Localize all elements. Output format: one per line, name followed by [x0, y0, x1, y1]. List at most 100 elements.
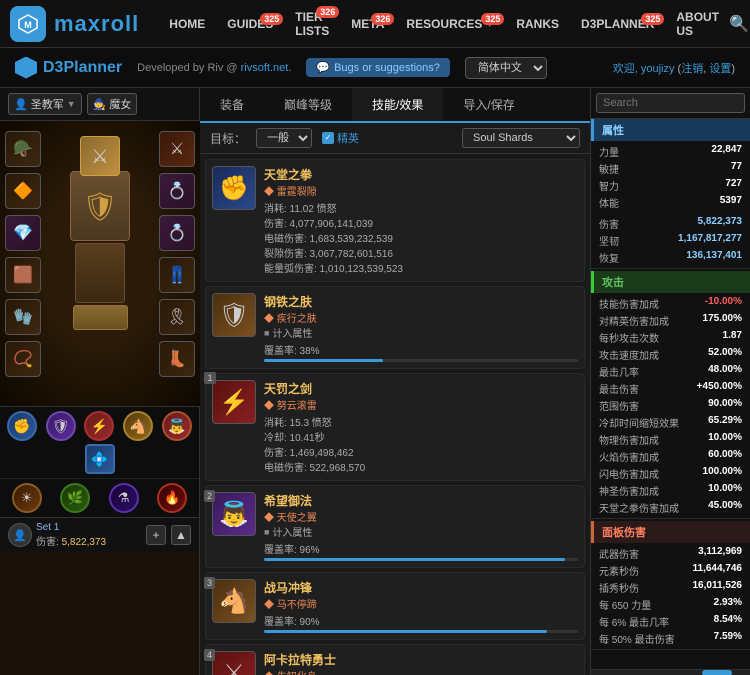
skill-icon-4[interactable]: 🐴: [212, 579, 256, 623]
type-select[interactable]: 🧙 魔女: [87, 93, 138, 115]
nav-home[interactable]: HOME: [159, 11, 215, 37]
d3planner-logo: D3Planner: [15, 57, 122, 79]
skill-icon-1[interactable]: 🛡: [212, 293, 256, 337]
skill-hasattr-3: ■ 计入属性: [264, 524, 578, 539]
skill-row: ✊ 🛡 ⚡ 🐴 👼 💠: [0, 406, 199, 478]
up-button[interactable]: ▲: [171, 525, 191, 545]
eq-slot-weapon-main[interactable]: ⚔: [159, 131, 195, 167]
nav-aboutus[interactable]: ABOUT US: [666, 4, 729, 44]
elite-checkbox-icon: ✓: [322, 132, 334, 144]
language-select[interactable]: 简体中文: [465, 57, 547, 79]
tab-import[interactable]: 导入/保存: [443, 88, 534, 123]
attributes-panel: 属性 力量 22,847 敏捷 77 智力 727 体能: [590, 88, 750, 675]
eq-slot-head[interactable]: 🪖: [5, 131, 41, 167]
eq-slot-amulet[interactable]: 💎: [5, 215, 41, 251]
eq-slot-boots[interactable]: 👢: [159, 341, 195, 377]
skill-slot-1[interactable]: ✊: [7, 411, 37, 441]
skill-icon-3[interactable]: 👼: [212, 492, 256, 536]
filter-bar: 目标： 一般 ✓ 精英 Soul Shards: [200, 123, 590, 154]
attr-vit: 体能 5397: [591, 194, 750, 211]
skill-num-5: 4: [204, 649, 215, 661]
skill-rune-1: 疾行之肤: [264, 310, 578, 325]
tab-paragon[interactable]: 巅峰等级: [264, 88, 352, 123]
attr-per-650str: 每 650 力量 2.93%: [591, 596, 750, 613]
set-label: Set 1: [36, 522, 106, 533]
skills-list: ✊ 天堂之拳 雷霆裂隙 消耗: 11.02 愤怒 伤害: 4,077,906,1…: [200, 154, 590, 675]
character-header: 👤 圣教军 ▼ 🧙 魔女: [0, 88, 199, 121]
dev-link[interactable]: rivsoft.net: [241, 62, 289, 74]
passive-slot-4[interactable]: 🔥: [157, 483, 187, 513]
equipment-area: ⚔ 🛡 🪖 🔶 💎 🟫 🧤 📿 ⚔ 💍 💍 👖: [0, 121, 200, 406]
skill-coverage-1: 覆盖率: 38%: [264, 342, 578, 357]
attr-skill-dmg: 技能伤害加成 -10.00%: [591, 295, 750, 312]
passive-slot-3[interactable]: ⚗: [109, 483, 139, 513]
class-select[interactable]: 👤 圣教军 ▼: [8, 93, 82, 115]
tab-skills[interactable]: 技能/效果: [352, 88, 443, 123]
eq-slot-gloves[interactable]: 🧤: [5, 299, 41, 335]
logo[interactable]: M maxroll: [10, 6, 139, 42]
skill-rune-5: 先知化身: [264, 668, 578, 675]
eq-slot-legs[interactable]: 👖: [159, 257, 195, 293]
passive-slot-1[interactable]: ☀: [12, 483, 42, 513]
skill-slot-5[interactable]: 👼: [162, 411, 192, 441]
nav-tierlists[interactable]: TIER LISTS 326: [285, 4, 339, 44]
attr-lightning-dmg: 闪电伤害加成 100.00%: [591, 465, 750, 482]
skill-info-2: 天罚之剑 努云滚雷 消耗: 15.3 愤怒 冷却: 10.41秒 伤害: 1,4…: [264, 380, 578, 474]
attr-cdr: 冷却时间缩短效果 65.29%: [591, 414, 750, 431]
attr-strength: 力量 22,847: [591, 143, 750, 160]
skill-slot-6[interactable]: 💠: [85, 444, 115, 474]
eq-slot-ring1[interactable]: 💍: [159, 173, 195, 209]
nav-meta[interactable]: META 326: [341, 11, 394, 37]
d3planner-badge: 325: [641, 13, 664, 25]
attr-hf-dmg: 天堂之拳伤害加成 45.00%: [591, 499, 750, 516]
skill-item-1: 🛡 钢铁之肤 疾行之肤 ■ 计入属性 覆盖率: 38%: [205, 286, 585, 369]
soul-shards-select[interactable]: Soul Shards: [462, 128, 580, 148]
eq-slot-shoulders[interactable]: 🔶: [5, 173, 41, 209]
skill-info-0: 天堂之拳 雷霆裂隙 消耗: 11.02 愤怒 伤害: 4,077,906,141…: [264, 166, 578, 275]
eq-slot-bracers[interactable]: 📿: [5, 341, 41, 377]
logout-link[interactable]: 注销: [681, 63, 703, 75]
target-select[interactable]: 一般: [256, 128, 312, 148]
skill-slot-2[interactable]: 🛡: [46, 411, 76, 441]
skill-info-3: 希望御法 天使之翼 ■ 计入属性 覆盖率: 96%: [264, 492, 578, 561]
attr-elite-dmg: 对精英伤害加成 175.00%: [591, 312, 750, 329]
skill-icon-5[interactable]: ⚔: [212, 651, 256, 675]
attr-damage: 伤害 5,822,373: [591, 215, 750, 232]
skill-icon-2[interactable]: ⚡: [212, 380, 256, 424]
skill-hasattr-1: ■ 计入属性: [264, 325, 578, 340]
skill-icon-0[interactable]: ✊: [212, 166, 256, 210]
skill-slot-3[interactable]: ⚡: [84, 411, 114, 441]
settings-link[interactable]: 设置: [709, 63, 731, 75]
skill-slot-4[interactable]: 🐴: [123, 411, 153, 441]
middle-panel: 装备 巅峰等级 技能/效果 导入/保存 目标： 一般 ✓ 精英 Soul Sha…: [200, 88, 590, 675]
top-navigation: M maxroll HOME GUIDES 325 TIER LISTS 326…: [0, 0, 750, 48]
skill-item-4: 3 🐴 战马冲锋 马不停蹄 覆盖率: 90%: [205, 572, 585, 640]
skill-rune-2: 努云滚雷: [264, 397, 578, 412]
skill-rune-4: 马不停蹄: [264, 596, 578, 611]
nav-resources[interactable]: RESOURCES 325 ▼: [396, 11, 504, 37]
scroll-thumb[interactable]: [702, 670, 732, 675]
eq-slot-belt[interactable]: 🎗: [159, 299, 195, 335]
attr-dex: 敏捷 77: [591, 160, 750, 177]
skill-info-1: 钢铁之肤 疾行之肤 ■ 计入属性 覆盖率: 38%: [264, 293, 578, 362]
skill-item-0: ✊ 天堂之拳 雷霆裂隙 消耗: 11.02 愤怒 伤害: 4,077,906,1…: [205, 159, 585, 282]
eq-slot-ring2[interactable]: 💍: [159, 215, 195, 251]
search-input[interactable]: [596, 93, 745, 113]
scroll-bar[interactable]: [591, 669, 750, 675]
elite-check[interactable]: ✓ 精英: [322, 130, 359, 146]
bugs-button[interactable]: 💬 Bugs or suggestions?: [306, 58, 450, 77]
nav-guides[interactable]: GUIDES 325: [217, 11, 283, 37]
char-avatar: 👤: [8, 523, 32, 547]
nav-d3planner[interactable]: D3PLANNER 325: [571, 11, 664, 37]
logo-icon: M: [10, 6, 46, 42]
chat-icon: 💬: [316, 61, 330, 74]
eq-slot-chest[interactable]: 🟫: [5, 257, 41, 293]
add-button[interactable]: +: [146, 525, 166, 545]
passive-slot-2[interactable]: 🌿: [60, 483, 90, 513]
search-icon[interactable]: 🔍: [729, 14, 749, 34]
skill-item-5: 4 ⚔ 阿卡拉特勇士 先知化身 ■ 计入属性 覆盖率: 64%: [205, 644, 585, 675]
tierlists-badge: 326: [316, 6, 339, 18]
tab-equipment[interactable]: 装备: [200, 88, 264, 123]
nav-ranks[interactable]: RANKS: [506, 11, 569, 37]
logo-text: maxroll: [54, 11, 139, 37]
